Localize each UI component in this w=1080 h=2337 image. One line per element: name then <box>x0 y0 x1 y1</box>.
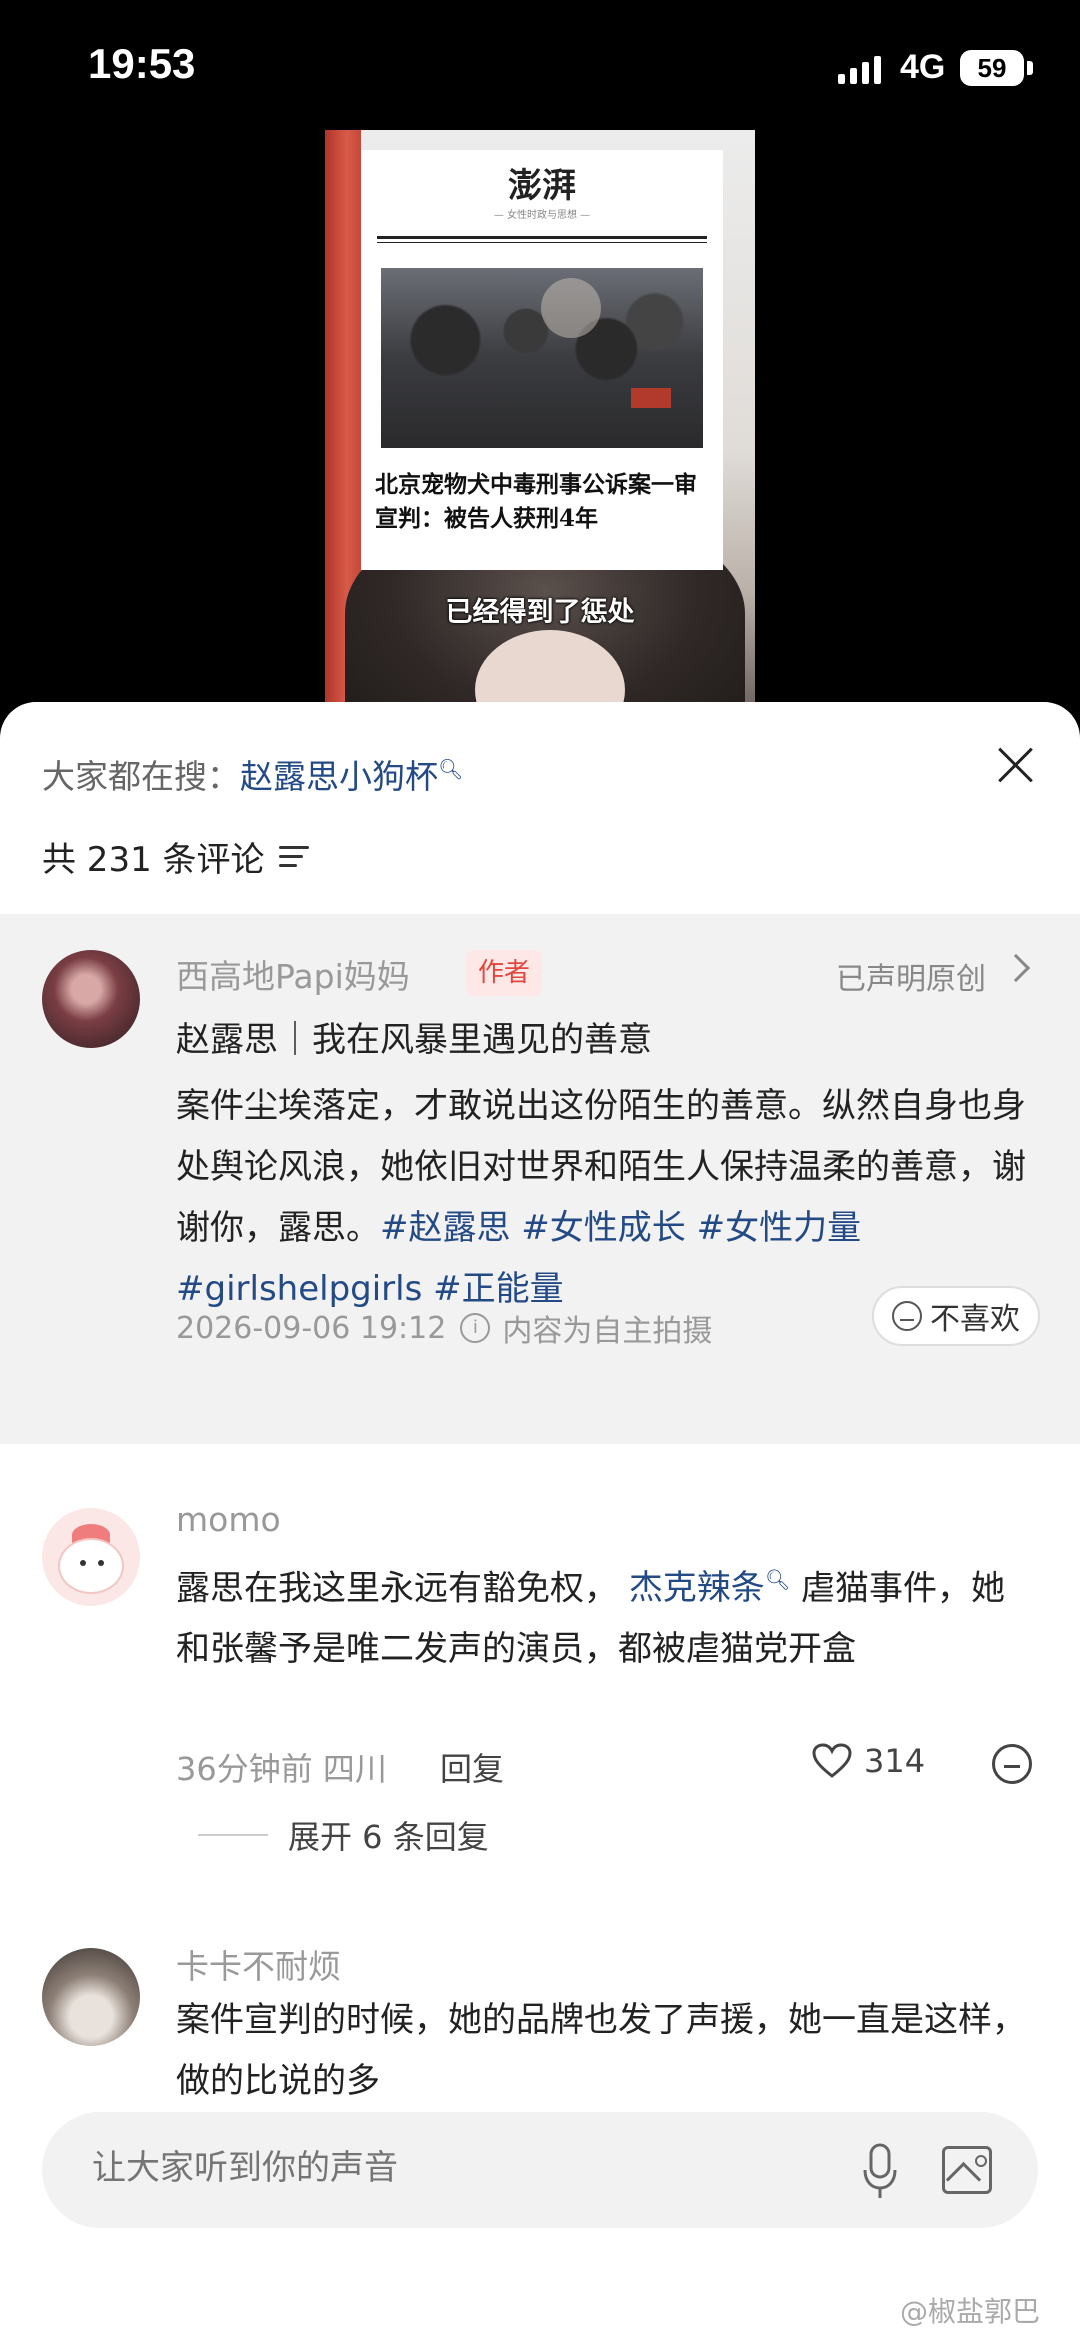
battery-nub <box>1027 61 1033 75</box>
video-player[interactable]: 澎湃 — 女性时政与思想 — 北京宠物犬中毒刑事公诉案一审宣判：被告人获刑4年 … <box>325 130 755 710</box>
news-tagline: — 女性时政与思想 — <box>493 210 591 221</box>
expand-label: 展开 6 条回复 <box>288 1818 489 1856</box>
reply-button[interactable]: 回复 <box>440 1744 504 1790</box>
news-headline: 北京宠物犬中毒刑事公诉案一审宣判：被告人获刑4年 <box>375 471 697 532</box>
mention-text: 杰克辣条 <box>628 1568 765 1609</box>
comment-username[interactable]: 卡卡不耐烦 <box>176 1940 341 1988</box>
image-icon[interactable] <box>942 2146 992 2194</box>
like-button[interactable]: 314 <box>812 1742 925 1780</box>
author-badge: 作者 <box>466 950 543 996</box>
microphone-icon[interactable] <box>860 2142 900 2202</box>
post-body: 案件尘埃落定，才敢说出这份陌生的善意。纵然自身也身处舆论风浪，她依旧对世界和陌生… <box>176 1076 1046 1320</box>
content-note: 内容为自主拍摄 <box>502 1314 713 1349</box>
hot-search[interactable]: 大家都在搜：赵露思小狗杯🔍︎ <box>42 750 463 798</box>
search-icon: 🔍︎ <box>438 757 464 781</box>
expand-replies[interactable]: 展开 6 条回复 <box>198 1812 489 1858</box>
comment-text: 露思在我这里永远有豁免权， 杰克辣条🔍︎ 虐猫事件，她和张馨予是唯二发声的演员，… <box>176 1550 1036 1680</box>
avatar[interactable] <box>42 1508 140 1606</box>
author-post: 西高地Papi妈妈 作者 已声明原创 赵露思｜我在风暴里遇见的善意 案件尘埃落定… <box>0 914 1080 1444</box>
battery-icon: 59 <box>960 50 1024 86</box>
original-declaration[interactable]: 已声明原创 <box>836 954 986 998</box>
post-meta: 2026-09-06 19:12 i 内容为自主拍摄 <box>176 1306 712 1350</box>
mention-link[interactable]: 杰克辣条🔍︎ <box>629 1568 790 1608</box>
avatar[interactable] <box>42 1948 140 2046</box>
sort-icon[interactable] <box>278 844 309 870</box>
news-card: 澎湃 — 女性时政与思想 — 北京宠物犬中毒刑事公诉案一审宣判：被告人获刑4年 <box>361 150 723 570</box>
status-time: 19:53 <box>88 40 196 87</box>
search-icon: 🔍︎ <box>764 1568 791 1592</box>
chevron-right-icon[interactable] <box>1001 953 1031 983</box>
news-photo <box>381 268 703 448</box>
dislike-face-icon <box>892 1301 922 1331</box>
comment-username[interactable]: momo <box>176 1500 281 1539</box>
status-bar: 19:53 4G 59 <box>0 0 1080 130</box>
dislike-icon[interactable] <box>992 1744 1032 1784</box>
comment-count-label: 共 231 条评论 <box>42 840 265 880</box>
post-title: 赵露思｜我在风暴里遇见的善意 <box>176 1020 652 1060</box>
comment-input-box[interactable] <box>42 2112 1038 2228</box>
signal-icon <box>838 56 881 84</box>
author-username[interactable]: 西高地Papi妈妈 <box>176 950 410 998</box>
divider <box>198 1834 268 1836</box>
post-timestamp: 2026-09-06 19:12 <box>176 1310 447 1346</box>
network-type: 4G <box>900 48 946 86</box>
watermark: @椒盐郭巴 <box>900 2295 1041 2328</box>
comment-meta: 36分钟前 四川 <box>176 1750 387 1788</box>
hot-search-term[interactable]: 赵露思小狗杯 <box>240 757 438 796</box>
comment-input[interactable] <box>92 2148 692 2188</box>
hot-search-label: 大家都在搜： <box>42 757 240 796</box>
comment-text: 案件宣判的时候，她的品牌也发了声援，她一直是这样，做的比说的多 <box>176 2000 1026 2101</box>
comment-item: momo 露思在我这里永远有豁免权， 杰克辣条🔍︎ 虐猫事件，她和张馨予是唯二发… <box>0 1492 1080 1962</box>
comment-text-part: 露思在我这里永远有豁免权， <box>176 1568 618 1609</box>
news-rule-thin <box>377 242 707 243</box>
close-icon[interactable] <box>990 740 1040 790</box>
video-subtitle: 已经得到了惩处 <box>445 597 635 628</box>
news-logo: 澎湃 <box>508 166 576 206</box>
avatar[interactable] <box>42 950 140 1048</box>
news-rule <box>377 236 707 239</box>
comment-count: 共 231 条评论 <box>42 832 309 881</box>
like-count: 314 <box>864 1742 926 1780</box>
comment-input-bar: @椒盐郭巴 <box>0 2100 1080 2337</box>
heart-icon <box>812 1743 852 1778</box>
comment-panel: 大家都在搜：赵露思小狗杯🔍︎ 共 231 条评论 西高地Papi妈妈 作者 已声… <box>0 702 1080 2337</box>
info-icon: i <box>460 1313 491 1343</box>
dislike-button[interactable]: 不喜欢 <box>872 1286 1040 1346</box>
dislike-label: 不喜欢 <box>930 1302 1020 1337</box>
